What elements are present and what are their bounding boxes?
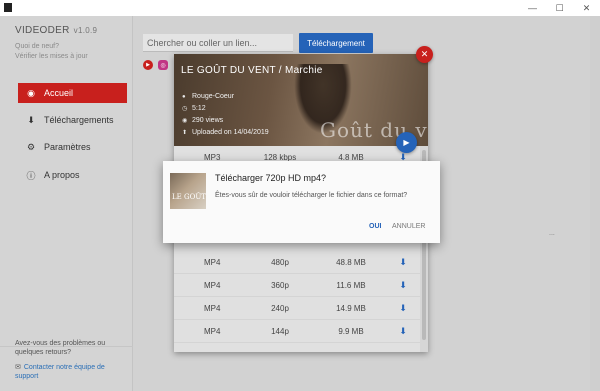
format-row[interactable]: MP4 360p 11.6 MB ⬇ bbox=[174, 274, 420, 297]
app-brand: VIDEODER v1.0.9 bbox=[15, 25, 97, 36]
format-quality: 144p bbox=[271, 326, 289, 336]
whats-new-link[interactable]: Quoi de neuf? bbox=[15, 42, 125, 52]
format-type: MP4 bbox=[204, 280, 221, 290]
format-type: MP4 bbox=[204, 303, 221, 313]
download-icon[interactable]: ⬇ bbox=[386, 303, 420, 314]
download-icon[interactable]: ⬇ bbox=[386, 257, 420, 268]
upload-icon: ⬆ bbox=[182, 130, 188, 136]
app-name: VIDEODER bbox=[15, 25, 70, 36]
title-bar: — ☐ ✕ bbox=[0, 0, 600, 16]
format-type: MP4 bbox=[204, 326, 221, 336]
sidebar-item-downloads[interactable]: ⬇ Téléchargements bbox=[18, 110, 127, 130]
video-title: LE GOÛT DU VENT / Marchie bbox=[181, 65, 323, 76]
app-version: v1.0.9 bbox=[73, 26, 98, 35]
format-row[interactable]: MP4 144p 9.9 MB ⬇ bbox=[174, 320, 420, 343]
cancel-button[interactable]: ANNULER bbox=[392, 223, 425, 230]
youtube-icon[interactable]: ▶ bbox=[143, 60, 153, 70]
sidebar: VIDEODER v1.0.9 Quoi de neuf? Vérifier le… bbox=[0, 16, 133, 391]
clock-icon: ◷ bbox=[182, 106, 188, 112]
sidebar-item-home[interactable]: ◉ Accueil bbox=[18, 83, 127, 103]
format-type: MP4 bbox=[204, 257, 221, 267]
duration-value: 5:12 bbox=[192, 105, 206, 112]
format-size: 14.9 MB bbox=[336, 303, 366, 313]
format-size: 9.9 MB bbox=[338, 326, 364, 336]
format-row[interactable]: MP4 240p 14.9 MB ⬇ bbox=[174, 297, 420, 320]
download-icon[interactable]: ⬇ bbox=[386, 326, 420, 337]
sidebar-item-label: Téléchargements bbox=[44, 115, 114, 125]
user-icon: ● bbox=[182, 93, 186, 100]
minimize-button[interactable]: — bbox=[519, 0, 546, 16]
sidebar-item-settings[interactable]: ⚙ Paramètres bbox=[18, 137, 127, 157]
eye-icon: ◉ bbox=[182, 118, 188, 124]
format-row[interactable]: MP4 480p 48.8 MB ⬇ bbox=[174, 251, 420, 274]
sidebar-item-label: Paramètres bbox=[44, 142, 91, 152]
window-controls: — ☐ ✕ bbox=[519, 0, 600, 16]
search-input[interactable] bbox=[143, 34, 293, 52]
confirm-dialog: LE GOÛT D Télécharger 720p HD mp4? Êtes-… bbox=[163, 161, 440, 243]
help-text: Avez-vous des problèmes ou quelques reto… bbox=[15, 340, 106, 356]
close-panel-button[interactable]: ✕ bbox=[416, 46, 433, 63]
format-quality: 360p bbox=[271, 280, 289, 290]
format-size: 48.8 MB bbox=[336, 257, 366, 267]
video-thumbnail: Goût du vent LE GOÛT DU VENT / Marchie ●… bbox=[174, 54, 428, 146]
maximize-button[interactable]: ☐ bbox=[546, 0, 573, 16]
check-updates-link[interactable]: Vérifier les mises à jour bbox=[15, 52, 125, 62]
instagram-icon[interactable]: ◎ bbox=[158, 60, 168, 70]
app-icon bbox=[4, 3, 12, 12]
video-views: ◉ 290 views bbox=[182, 117, 223, 124]
main-scrollbar[interactable] bbox=[590, 16, 600, 391]
format-size: 11.6 MB bbox=[336, 280, 366, 290]
sidebar-item-label: A propos bbox=[44, 170, 80, 180]
contact-support-link[interactable]: ✉ Contacter notre équipe de support bbox=[15, 363, 127, 381]
dialog-thumbnail: LE GOÛT D bbox=[170, 173, 206, 209]
channel-name: Rouge-Coeur bbox=[192, 93, 235, 100]
compass-icon: ◉ bbox=[27, 87, 35, 98]
confirm-button[interactable]: OUI bbox=[369, 223, 381, 230]
video-upload-date: ⬆ Uploaded on 14/04/2019 bbox=[182, 129, 269, 136]
upload-date-value: Uploaded on 14/04/2019 bbox=[192, 129, 269, 136]
video-duration: ◷ 5:12 bbox=[182, 105, 206, 112]
info-icon: ⓘ bbox=[26, 170, 36, 181]
video-channel: ● Rouge-Coeur bbox=[182, 93, 234, 100]
news-section: Quoi de neuf? Vérifier les mises à jour bbox=[15, 42, 125, 62]
sidebar-item-label: Accueil bbox=[44, 88, 74, 98]
window-close-button[interactable]: ✕ bbox=[573, 0, 600, 16]
dialog-message: Êtes-vous sûr de vouloir télécharger le … bbox=[215, 192, 408, 199]
contact-support-label: Contacter notre équipe de support bbox=[15, 364, 105, 380]
sidebar-item-about[interactable]: ⓘ A propos bbox=[18, 165, 127, 185]
gear-icon: ⚙ bbox=[26, 141, 36, 152]
views-value: 290 views bbox=[192, 117, 224, 124]
format-quality: 240p bbox=[271, 303, 289, 313]
dialog-thumbnail-text: LE GOÛT D bbox=[172, 193, 206, 201]
download-icon: ⬇ bbox=[27, 114, 35, 125]
dialog-title: Télécharger 720p HD mp4? bbox=[215, 173, 327, 183]
mail-icon: ✉ bbox=[15, 364, 21, 371]
format-quality: 480p bbox=[271, 257, 289, 267]
download-button[interactable]: Téléchargement bbox=[299, 33, 373, 53]
truncated-text: ... bbox=[549, 230, 555, 237]
download-icon[interactable]: ⬇ bbox=[386, 280, 420, 291]
